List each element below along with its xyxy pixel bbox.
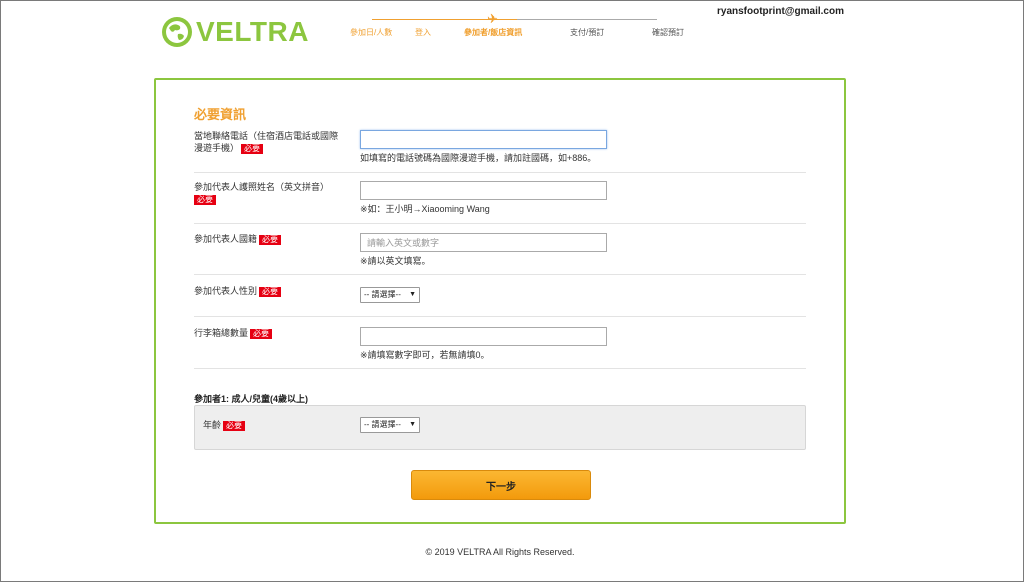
brand-name: VELTRA [196, 16, 309, 47]
required-badge: 必要 [241, 144, 264, 154]
gender-label: 參加代表人性別 必要 [194, 285, 344, 297]
required-badge: 必要 [259, 287, 282, 297]
luggage-label: 行李箱總數量 必要 [194, 327, 344, 339]
luggage-row: 行李箱總數量 必要 ※請填寫數字即可，若無請填0。 [194, 327, 806, 369]
phone-input[interactable] [360, 130, 607, 149]
nationality-row: 參加代表人國籍必要 ※請以英文填寫。 [194, 233, 806, 275]
phone-label: 當地聯絡電話（住宿酒店電話或國際漫遊手機） 必要 [194, 131, 339, 154]
phone-hint: 如填寫的電話號碼為國際漫遊手機，請加註國碼，如+886。 [360, 153, 597, 163]
footer-copyright: © 2019 VELTRA All Rights Reserved. [425, 547, 575, 557]
age-label: 年齡 必要 [203, 418, 246, 431]
gender-row: 參加代表人性別 必要 -- 請選擇-- ▼ [194, 285, 806, 317]
step-date-people: 參加日/人數 [350, 28, 393, 37]
section-title: 必要資訊 [194, 107, 247, 122]
user-email: ryansfootprint@gmail.com [717, 6, 844, 17]
dropdown-arrow-icon: ▼ [409, 291, 416, 298]
dropdown-arrow-icon: ▼ [409, 421, 416, 428]
age-select[interactable]: -- 請選擇-- ▼ [360, 417, 420, 433]
gender-select[interactable]: -- 請選擇-- ▼ [360, 287, 420, 303]
required-info-card: 必要資訊 當地聯絡電話（住宿酒店電話或國際漫遊手機） 必要 如填寫的電話號碼為國際… [154, 78, 846, 524]
passport-name-hint: ※如：王小明→Xiaooming Wang [360, 204, 490, 214]
participant-panel: 年齡 必要 -- 請選擇-- ▼ [194, 405, 806, 450]
required-badge: 必要 [259, 235, 282, 245]
required-badge: 必要 [194, 195, 216, 205]
passport-name-input[interactable] [360, 181, 607, 200]
progress-line-remaining [517, 19, 657, 20]
luggage-count-input[interactable] [360, 327, 607, 346]
phone-row: 當地聯絡電話（住宿酒店電話或國際漫遊手機） 必要 如填寫的電話號碼為國際漫遊手機，… [194, 130, 806, 173]
booking-progress: ✈ 參加日/人數 登入 參加者/飯店資訊 支付/預訂 確認預訂 [340, 11, 700, 42]
globe-icon [162, 17, 192, 47]
passport-name-label: 參加代表人護照姓名（英文拼音） 必要 [194, 182, 330, 205]
step-confirm: 確認預訂 [652, 28, 684, 37]
plane-icon: ✈ [487, 11, 498, 26]
step-login: 登入 [415, 28, 431, 37]
nationality-input[interactable] [360, 233, 607, 252]
required-badge: 必要 [250, 329, 273, 339]
passport-name-row: 參加代表人護照姓名（英文拼音） 必要 ※如：王小明→Xiaooming Wang [194, 181, 806, 224]
nationality-hint: ※請以英文填寫。 [360, 256, 431, 266]
step-payment: 支付/預訂 [570, 28, 605, 37]
participant-title: 參加者1: 成人/兒童(4歲以上) [194, 394, 309, 404]
luggage-hint: ※請填寫數字即可，若無請填0。 [360, 350, 490, 360]
step-participant-info: 參加者/飯店資訊 [464, 28, 523, 37]
next-step-button[interactable]: 下一步 [411, 470, 591, 500]
required-badge: 必要 [223, 421, 246, 431]
nationality-label: 參加代表人國籍 必要 [194, 233, 344, 245]
veltra-logo[interactable]: VELTRA [160, 16, 309, 48]
